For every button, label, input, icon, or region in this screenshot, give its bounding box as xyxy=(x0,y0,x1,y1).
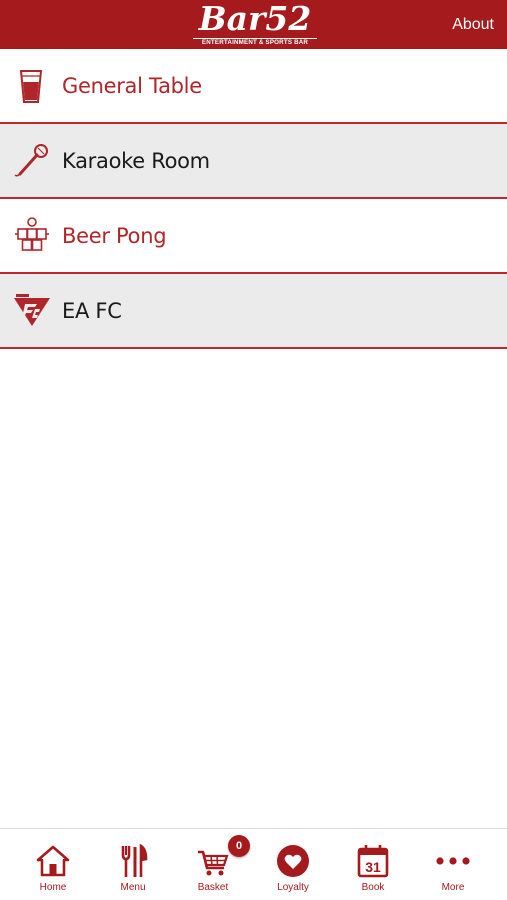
tab-book[interactable]: 31 Book xyxy=(333,829,413,900)
list-item-label: Karaoke Room xyxy=(62,149,210,173)
calendar-day-number: 31 xyxy=(365,859,381,875)
list-item-label: EA FC xyxy=(62,299,122,323)
heart-icon xyxy=(277,845,309,877)
tab-more[interactable]: More xyxy=(413,829,493,900)
list-item-beer-pong[interactable]: Beer Pong xyxy=(0,199,507,274)
home-icon xyxy=(36,845,70,877)
tab-menu[interactable]: Menu xyxy=(93,829,173,900)
cutlery-icon xyxy=(121,843,148,877)
list-item-general-table[interactable]: General Table xyxy=(0,49,507,124)
cart-icon xyxy=(198,850,229,876)
beer-pong-icon xyxy=(15,217,49,251)
drink-cup-icon xyxy=(19,70,43,103)
logo-tagline: ENTERTAINMENT & SPORTS BAR xyxy=(193,38,317,47)
list-item-label: General Table xyxy=(62,74,202,98)
booking-type-list: General Table Karaoke Room Beer Pong EA … xyxy=(0,49,507,349)
bottom-tab-bar: Home Menu 0 Basket Loyalty 31 Book More xyxy=(0,828,507,900)
tab-label: Home xyxy=(39,882,67,893)
list-item-ea-fc[interactable]: EA FC xyxy=(0,274,507,349)
calendar-icon: 31 xyxy=(357,845,389,878)
app-header: Bar52 ENTERTAINMENT & SPORTS BAR About xyxy=(0,0,507,49)
tab-label: Book xyxy=(361,882,385,893)
list-item-label: Beer Pong xyxy=(62,224,167,248)
bar52-logo[interactable]: Bar52 ENTERTAINMENT & SPORTS BAR xyxy=(189,0,321,49)
tab-basket[interactable]: 0 Basket xyxy=(173,829,253,900)
list-item-karaoke-room[interactable]: Karaoke Room xyxy=(0,124,507,199)
tab-home[interactable]: Home xyxy=(13,829,93,900)
tab-label: Loyalty xyxy=(277,882,309,893)
tab-label: Menu xyxy=(120,882,146,893)
logo-wordmark: Bar52 xyxy=(198,0,312,38)
tab-loyalty[interactable]: Loyalty xyxy=(253,829,333,900)
basket-count-badge: 0 xyxy=(228,835,250,857)
more-dots-icon xyxy=(436,857,470,865)
microphone-icon xyxy=(14,144,48,177)
tab-label: Basket xyxy=(197,882,229,893)
about-link[interactable]: About xyxy=(452,16,494,34)
tab-label: More xyxy=(441,882,465,893)
ea-fc-logo-icon xyxy=(14,294,50,326)
